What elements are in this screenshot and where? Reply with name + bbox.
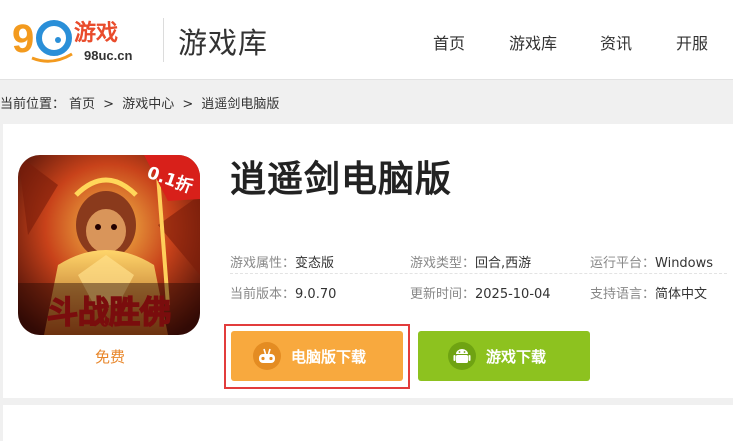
breadcrumb-separator: > — [103, 97, 115, 112]
pc-download-label: 电脑版下载 — [291, 347, 367, 366]
section-title: 游戏库 — [178, 26, 269, 60]
info-label: 支持语言： — [590, 287, 656, 302]
site-header: 9 游戏 98uc.cn 游戏库 首页 游戏库 资讯 开服 — [0, 0, 733, 80]
breadcrumb-game-center[interactable]: 游戏中心 — [122, 97, 174, 112]
info-label: 运行平台： — [590, 256, 656, 271]
breadcrumb: 当前位置： 首页 > 游戏中心 > 逍遥剑电脑版 — [0, 93, 283, 112]
nav-game-library[interactable]: 游戏库 — [509, 30, 557, 54]
info-version: 当前版本：9.0.70 — [230, 283, 336, 302]
info-value: 简体中文 — [655, 287, 708, 302]
logo-brand-text: 游戏 — [74, 20, 118, 46]
breadcrumb-separator: > — [182, 97, 194, 112]
icon-art-title: 斗战胜佛 — [47, 295, 171, 331]
game-title: 逍遥剑电脑版 — [230, 159, 453, 200]
joystick-icon — [253, 342, 281, 370]
next-section-card — [3, 405, 733, 441]
info-language: 支持语言：简体中文 — [590, 283, 707, 302]
pc-download-button[interactable]: 电脑版下载 — [231, 331, 403, 381]
breadcrumb-prefix: 当前位置： — [0, 97, 66, 112]
info-label: 更新时间： — [410, 287, 476, 302]
nav-server-open[interactable]: 开服 — [676, 30, 708, 54]
android-icon — [448, 342, 476, 370]
nav-news[interactable]: 资讯 — [600, 30, 632, 54]
game-icon-image: 0.1折 斗战胜佛 — [18, 155, 200, 335]
svg-text:9: 9 — [12, 17, 34, 61]
info-value: 变态版 — [295, 256, 335, 271]
breadcrumb-home[interactable]: 首页 — [69, 97, 95, 112]
info-label: 游戏属性： — [230, 256, 296, 271]
info-value: 9.0.70 — [295, 287, 337, 302]
info-value: 回合,西游 — [475, 256, 532, 271]
price-label: 免费 — [95, 348, 126, 366]
logo-domain-text: 98uc.cn — [84, 48, 132, 63]
game-download-button[interactable]: 游戏下载 — [418, 331, 590, 381]
info-type: 游戏类型：回合,西游 — [410, 252, 531, 271]
info-value: 2025-10-04 — [475, 287, 551, 302]
info-label: 游戏类型： — [410, 256, 476, 271]
logo-divider — [163, 18, 164, 62]
info-platform: 运行平台：Windows — [590, 252, 713, 271]
info-divider — [230, 273, 727, 274]
nav-home[interactable]: 首页 — [433, 30, 465, 54]
info-attribute: 游戏属性：变态版 — [230, 252, 334, 271]
info-value: Windows — [655, 256, 714, 271]
info-label: 当前版本： — [230, 287, 296, 302]
info-update-time: 更新时间：2025-10-04 — [410, 283, 551, 302]
site-logo[interactable]: 9 游戏 98uc.cn — [12, 10, 152, 68]
breadcrumb-current[interactable]: 逍遥剑电脑版 — [201, 97, 279, 112]
game-download-label: 游戏下载 — [486, 347, 547, 366]
